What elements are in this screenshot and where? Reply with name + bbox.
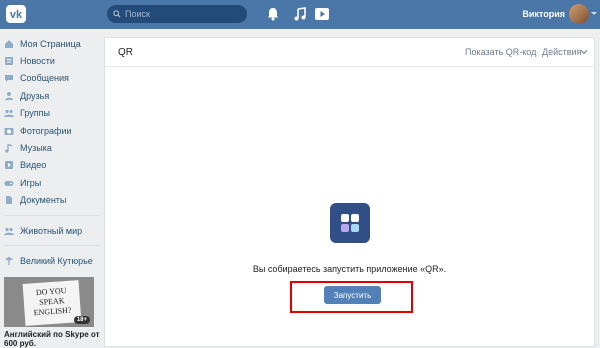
ad-title[interactable]: Английский по Skype от 600 руб. xyxy=(4,330,104,348)
sidebar: Моя Страница Новости Сообщения Друзья Гр… xyxy=(0,35,104,270)
sidebar-item-couturier[interactable]: Великий Кутюрье xyxy=(0,252,104,269)
friends-icon xyxy=(5,91,13,100)
separator-dot: · xyxy=(536,47,539,57)
play-icon[interactable] xyxy=(314,6,330,22)
sidebar-divider xyxy=(4,245,100,247)
sidebar-item-label: Группы xyxy=(20,108,50,119)
sidebar-item-label: Фотографии xyxy=(20,125,72,136)
sidebar-item-label: Документы xyxy=(20,195,67,206)
sidebar-item-messages[interactable]: Сообщения xyxy=(0,70,104,87)
sidebar-item-groups[interactable]: Группы xyxy=(0,105,104,122)
home-icon xyxy=(5,39,13,48)
news-icon xyxy=(5,57,13,66)
music-icon[interactable] xyxy=(292,6,308,22)
sidebar-item-documents[interactable]: Документы xyxy=(0,192,104,209)
bell-icon[interactable] xyxy=(265,6,281,22)
games-icon xyxy=(4,180,14,186)
sidebar-item-label: Животный мир xyxy=(20,225,83,236)
sidebar-item-video[interactable]: Видео xyxy=(0,157,104,174)
actions-menu[interactable]: Действия xyxy=(542,47,581,57)
sidebar-item-label: Сообщения xyxy=(20,73,69,84)
show-qr-link[interactable]: Показать QR-код xyxy=(465,47,536,57)
grid-icon xyxy=(341,214,359,232)
group-icon xyxy=(5,256,13,265)
app-icon xyxy=(330,203,370,243)
search-input[interactable] xyxy=(125,9,235,19)
sidebar-item-animal-world[interactable]: Животный мир xyxy=(0,222,104,239)
search-box[interactable] xyxy=(107,5,247,23)
sidebar-item-label: Моя Страница xyxy=(20,38,81,49)
avatar[interactable] xyxy=(569,4,589,24)
sidebar-item-label: Новости xyxy=(20,56,55,67)
search-icon xyxy=(113,10,121,18)
user-name[interactable]: Виктория xyxy=(522,9,565,19)
messages-icon xyxy=(5,75,13,83)
ad-image-text: DO YOU SPEAK ENGLISH? xyxy=(22,280,82,326)
sidebar-item-music[interactable]: Музыка xyxy=(0,139,104,156)
sidebar-item-label: Музыка xyxy=(20,143,52,154)
svg-text:vk: vk xyxy=(10,9,23,21)
sidebar-divider xyxy=(4,214,100,216)
page-title: QR xyxy=(118,47,133,58)
sidebar-item-label: Друзья xyxy=(20,90,50,101)
sidebar-item-label: Видео xyxy=(20,160,47,171)
top-bar: vk Виктория xyxy=(0,0,600,29)
video-icon xyxy=(5,161,13,170)
group-icon xyxy=(4,227,14,235)
sidebar-item-photos[interactable]: Фотографии xyxy=(0,122,104,139)
chevron-down-icon[interactable] xyxy=(581,50,587,54)
sidebar-item-label: Игры xyxy=(20,177,42,188)
sidebar-item-label: Великий Кутюрье xyxy=(20,255,93,266)
ad-image[interactable]: DO YOU SPEAK ENGLISH? 18+ xyxy=(4,277,94,327)
panel-header: QR Показать QR-код · Действия xyxy=(105,38,594,67)
age-badge: 18+ xyxy=(73,316,90,324)
chevron-down-icon[interactable] xyxy=(591,12,597,15)
sidebar-item-my-page[interactable]: Моя Страница xyxy=(0,35,104,52)
music-icon xyxy=(5,144,12,153)
app-launch-prompt: Вы собираетесь запустить приложение «QR»… xyxy=(252,264,447,274)
sidebar-item-friends[interactable]: Друзья xyxy=(0,87,104,104)
sidebar-item-news[interactable]: Новости xyxy=(0,52,104,69)
highlight-box xyxy=(290,281,413,313)
vk-logo[interactable]: vk xyxy=(6,5,26,23)
documents-icon xyxy=(6,196,12,205)
groups-icon xyxy=(4,110,14,118)
sidebar-item-games[interactable]: Игры xyxy=(0,174,104,191)
app-panel: QR Показать QR-код · Действия Вы собирае… xyxy=(104,37,595,347)
photo-icon xyxy=(4,127,14,135)
